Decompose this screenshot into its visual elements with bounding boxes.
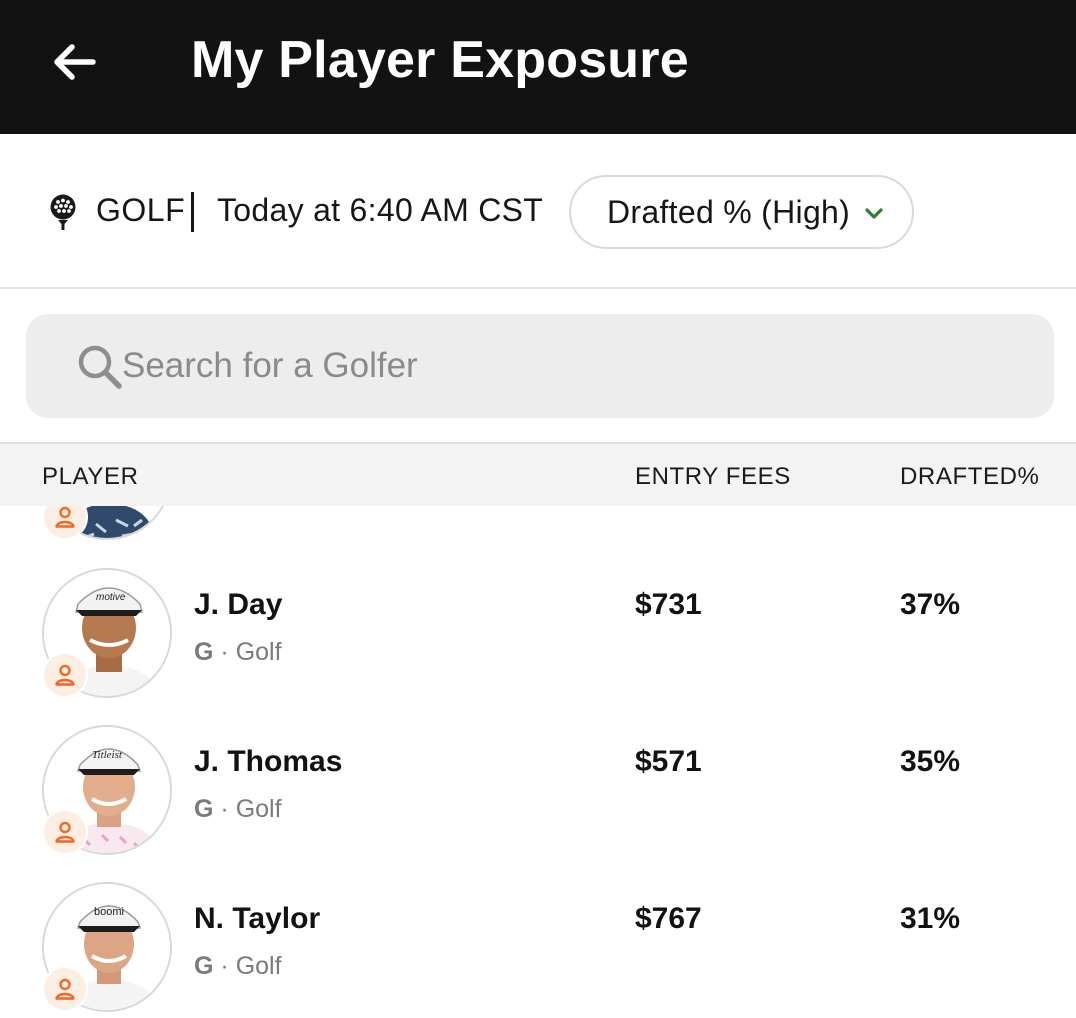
- player-name: N. Taylor: [194, 902, 321, 935]
- svg-text:Titleist: Titleist: [92, 749, 123, 761]
- chevron-down-icon: [865, 208, 883, 219]
- column-header-player[interactable]: PLAYER: [42, 462, 139, 492]
- golf-ball-tee-icon: [50, 194, 76, 230]
- page-title: My Player Exposure: [191, 31, 689, 89]
- entry-fee: $571: [635, 745, 702, 778]
- player-position: G: [194, 952, 214, 980]
- table-header: PLAYER ENTRY FEES DRAFTED%: [0, 444, 1076, 506]
- table-row[interactable]: boomi N. Taylor G · Golf $767 31%: [0, 882, 1076, 1018]
- player-sport: Golf: [235, 638, 282, 666]
- user-icon: [55, 506, 75, 528]
- search-input[interactable]: [122, 342, 982, 390]
- user-badge: [42, 966, 88, 1012]
- drafted-percent: 35%: [900, 745, 961, 778]
- sport-label: GOLF: [96, 192, 186, 228]
- search-box[interactable]: [26, 314, 1054, 418]
- user-icon: [55, 821, 75, 843]
- player-list[interactable]: PLAYER ENTRY FEES DRAFTED% motive J. Day…: [0, 444, 1076, 1018]
- separator: ·: [220, 952, 236, 980]
- separator: ·: [220, 638, 236, 666]
- drafted-percent: 31%: [900, 902, 961, 935]
- svg-text:boomi: boomi: [94, 906, 124, 918]
- player-meta: G · Golf: [194, 793, 282, 825]
- filter-bar: GOLF Today at 6:40 AM CST Drafted % (Hig…: [0, 134, 1076, 289]
- user-badge: [42, 652, 88, 698]
- user-icon: [55, 664, 75, 686]
- user-badge: [42, 809, 88, 855]
- column-header-drafted[interactable]: DRAFTED%: [900, 462, 1039, 492]
- player-sport: Golf: [235, 795, 282, 823]
- entry-fee: $767: [635, 902, 702, 935]
- svg-text:motive: motive: [96, 592, 126, 603]
- player-position: G: [194, 795, 214, 823]
- user-icon: [55, 978, 75, 1000]
- entry-fee: $731: [635, 588, 702, 621]
- player-meta: G · Golf: [194, 636, 282, 668]
- app-bar: My Player Exposure: [0, 0, 1076, 134]
- player-meta: G · Golf: [194, 950, 282, 982]
- search-icon: [78, 345, 122, 389]
- sort-dropdown[interactable]: Drafted % (High): [569, 175, 914, 249]
- separator: ·: [220, 795, 236, 823]
- column-header-entry-fees[interactable]: ENTRY FEES: [635, 462, 791, 492]
- table-row[interactable]: motive J. Day G · Golf $731 37%: [0, 568, 1076, 724]
- back-arrow-icon[interactable]: [51, 42, 97, 82]
- sort-dropdown-label: Drafted % (High): [607, 194, 851, 230]
- drafted-percent: 37%: [900, 588, 961, 621]
- back-button[interactable]: [44, 32, 104, 92]
- table-row[interactable]: Titleist J. Thomas G · Golf $571 35%: [0, 725, 1076, 881]
- vertical-divider: [191, 192, 194, 232]
- player-sport: Golf: [235, 952, 282, 980]
- contest-time: Today at 6:40 AM CST: [217, 192, 544, 228]
- player-position: G: [194, 638, 214, 666]
- player-name: J. Thomas: [194, 745, 343, 778]
- player-name: J. Day: [194, 588, 283, 621]
